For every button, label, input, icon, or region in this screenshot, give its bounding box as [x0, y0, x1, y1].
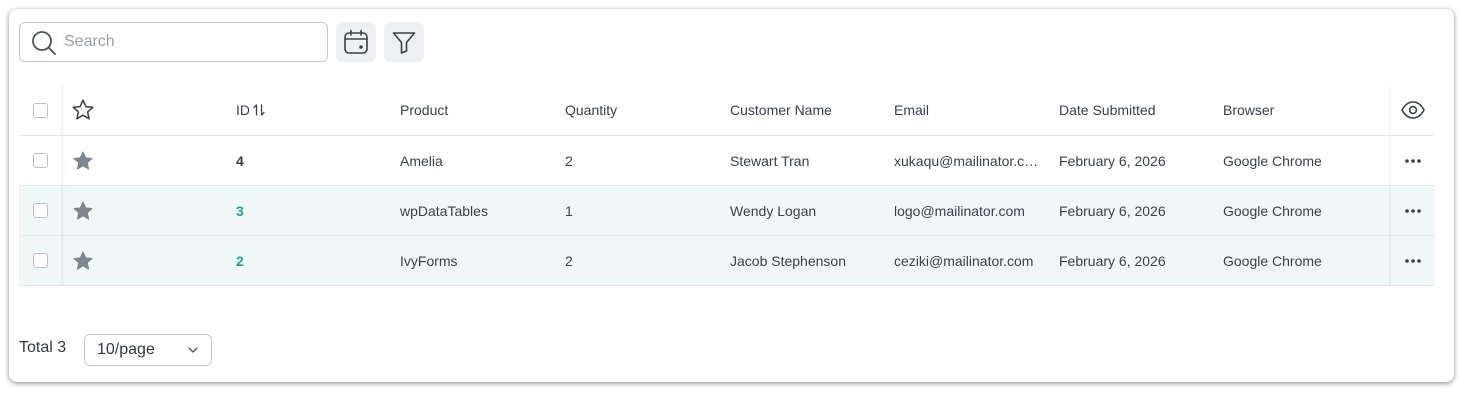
- row-customer-name: Wendy Logan: [730, 202, 817, 219]
- table-header-row: ID Product Quantity Customer Name Email …: [19, 85, 1435, 136]
- column-header-date-submitted[interactable]: Date Submitted: [1059, 85, 1219, 135]
- date-filter-button[interactable]: [336, 22, 376, 62]
- row-date-submitted: February 6, 2026: [1059, 152, 1166, 169]
- page-size-select[interactable]: 10/page: [84, 334, 212, 366]
- row-product: IvyForms: [400, 252, 458, 269]
- more-icon[interactable]: [1404, 158, 1422, 164]
- row-date-submitted: February 6, 2026: [1059, 252, 1166, 269]
- column-header-product[interactable]: Product: [400, 85, 550, 135]
- row-browser: Google Chrome: [1223, 152, 1322, 169]
- more-icon[interactable]: [1404, 258, 1422, 264]
- row-browser: Google Chrome: [1223, 252, 1322, 269]
- total-count: Total 3: [19, 339, 67, 356]
- row-customer-name: Jacob Stephenson: [730, 252, 846, 269]
- calendar-icon: [344, 29, 368, 54]
- row-id: 4: [236, 152, 244, 169]
- row-browser: Google Chrome: [1223, 202, 1322, 219]
- star-outline-icon[interactable]: [71, 98, 95, 122]
- search-icon: [32, 31, 56, 55]
- row-checkbox[interactable]: [33, 253, 48, 268]
- row-quantity: 2: [565, 252, 573, 269]
- table-row[interactable]: 4 Amelia 2 Stewart Tran xukaqu@mailinato…: [19, 136, 1435, 186]
- star-icon[interactable]: [72, 200, 94, 222]
- row-customer-name: Stewart Tran: [730, 152, 810, 169]
- table-row[interactable]: 2 IvyForms 2 Jacob Stephenson ceziki@mai…: [19, 236, 1435, 286]
- star-icon[interactable]: [72, 150, 94, 172]
- row-checkbox[interactable]: [33, 153, 48, 168]
- column-header-quantity[interactable]: Quantity: [565, 85, 715, 135]
- star-icon[interactable]: [72, 250, 94, 272]
- more-icon[interactable]: [1404, 208, 1422, 214]
- column-header-id[interactable]: ID: [236, 85, 376, 135]
- search-input[interactable]: [64, 31, 319, 53]
- table-card: ID Product Quantity Customer Name Email …: [9, 9, 1454, 382]
- row-product: Amelia: [400, 152, 443, 169]
- data-table: ID Product Quantity Customer Name Email …: [19, 85, 1435, 286]
- row-email: logo@mailinator.com: [894, 202, 1025, 219]
- table-row[interactable]: 3 wpDataTables 1 Wendy Logan logo@mailin…: [19, 186, 1435, 236]
- page-size-value: 10/page: [97, 341, 155, 358]
- sort-icon[interactable]: [253, 103, 265, 117]
- row-checkbox[interactable]: [33, 203, 48, 218]
- row-email: xukaqu@mailinator.co…: [894, 152, 1044, 169]
- column-header-email[interactable]: Email: [894, 85, 1044, 135]
- chevron-down-icon: [188, 347, 198, 353]
- row-quantity: 1: [565, 202, 573, 219]
- column-header-customer-name[interactable]: Customer Name: [730, 85, 890, 135]
- filter-icon: [392, 32, 416, 54]
- eye-icon[interactable]: [1400, 97, 1426, 123]
- row-id-link[interactable]: 3: [236, 203, 244, 219]
- row-date-submitted: February 6, 2026: [1059, 202, 1166, 219]
- filter-button[interactable]: [384, 22, 424, 62]
- search-box[interactable]: [19, 22, 328, 62]
- row-email: ceziki@mailinator.com: [894, 252, 1034, 269]
- row-product: wpDataTables: [400, 202, 488, 219]
- row-id-link[interactable]: 2: [236, 253, 244, 269]
- row-quantity: 2: [565, 152, 573, 169]
- column-header-browser[interactable]: Browser: [1223, 85, 1383, 135]
- select-all-checkbox[interactable]: [33, 102, 48, 118]
